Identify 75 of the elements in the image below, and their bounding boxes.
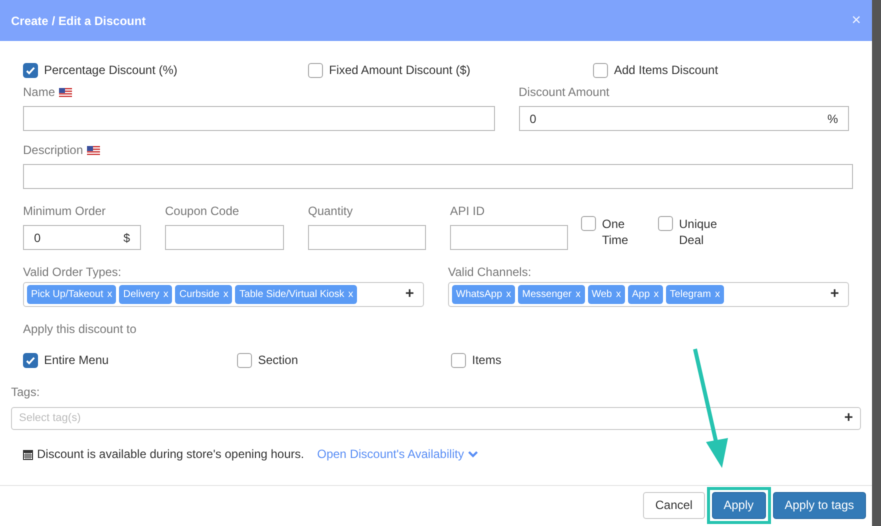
field-label: Discount Amount: [518, 84, 610, 101]
availability-text: Discount is available during store's opening hours.: [37, 446, 304, 463]
dialog-title: Create / Edit a Discount: [11, 12, 147, 30]
field-label: Minimum Order: [23, 203, 106, 220]
flag-icon: [59, 88, 72, 96]
checkbox[interactable]: [581, 216, 596, 231]
input-field[interactable]: 0 %: [518, 106, 849, 131]
remove-tag-button[interactable]: x: [223, 287, 228, 302]
checkbox[interactable]: [237, 352, 252, 368]
input-field[interactable]: [23, 164, 853, 189]
option-label: Items: [472, 352, 502, 369]
input-field[interactable]: [165, 225, 284, 250]
field-label: API ID: [450, 203, 485, 220]
input-field[interactable]: [450, 225, 568, 250]
option-label: One Time: [602, 216, 630, 248]
remove-tag-button[interactable]: x: [576, 287, 581, 302]
section-label: Apply this discount to: [23, 321, 138, 338]
flag-icon: [87, 146, 100, 154]
input-field[interactable]: 0 $: [23, 225, 141, 250]
unit-label: $: [123, 230, 130, 246]
tag-label: App: [632, 288, 650, 302]
option-label: Add Items Discount: [614, 62, 718, 79]
field-label: Quantity: [308, 203, 353, 220]
remove-tag-button[interactable]: x: [616, 287, 621, 302]
remove-tag-button[interactable]: x: [163, 287, 168, 302]
option-label: Section: [258, 352, 298, 369]
field-label: Coupon Code: [165, 203, 240, 220]
field-value: 0: [530, 112, 536, 126]
option-label: Fixed Amount Discount ($): [329, 62, 470, 79]
field-label: Valid Channels:: [448, 265, 532, 279]
input-field[interactable]: [308, 225, 426, 250]
option-label: Unique Deal: [679, 216, 718, 248]
input-field[interactable]: [23, 106, 495, 131]
field-value: 0: [34, 230, 41, 244]
tag-label: Web: [592, 288, 612, 302]
checkbox[interactable]: [658, 216, 673, 231]
tag-label: Pick Up/Takeout: [31, 288, 104, 302]
option-label: Percentage Discount (%): [44, 62, 178, 79]
dialog-button[interactable]: Apply: [712, 492, 766, 518]
add-button[interactable]: +: [405, 283, 420, 306]
tag-field[interactable]: WhatsApp x Messenger x Web x App x Telegram x +: [448, 282, 849, 307]
remove-tag-button[interactable]: x: [506, 287, 512, 302]
field-label: Valid Order Types:: [23, 265, 122, 279]
tag-label: Table Side/Virtual Kiosk: [239, 288, 344, 302]
checkbox[interactable]: [308, 62, 323, 78]
field-label: Tags:: [11, 385, 40, 399]
availability-link[interactable]: Open Discount's Availability: [317, 445, 478, 463]
tag-field[interactable]: Pick Up/Takeout x Delivery x Curbside x Table Side/Virtual Kiosk x +: [23, 282, 424, 307]
dialog-button[interactable]: Apply to tags: [772, 492, 866, 518]
tag-label: Curbside: [179, 288, 220, 302]
dialog-button[interactable]: Cancel: [643, 492, 705, 518]
tag-label: Telegram: [670, 288, 711, 302]
field-label: Description: [23, 142, 84, 159]
checkbox[interactable]: [23, 352, 38, 368]
add-button[interactable]: +: [830, 283, 845, 306]
add-button[interactable]: +: [844, 407, 853, 430]
tags-field[interactable]: Select tag(s) +: [11, 407, 861, 430]
checkmark-icon: [25, 354, 36, 366]
field-label: Name: [23, 84, 56, 101]
checkbox[interactable]: [593, 62, 608, 78]
checkbox[interactable]: [23, 62, 38, 78]
remove-tag-button[interactable]: x: [348, 287, 354, 302]
remove-tag-button[interactable]: x: [107, 287, 112, 302]
checkbox[interactable]: [451, 352, 466, 368]
tag-label: Messenger: [522, 288, 572, 302]
calendar-icon: [23, 448, 33, 460]
remove-tag-button[interactable]: x: [714, 287, 720, 302]
remove-tag-button[interactable]: x: [654, 287, 659, 302]
tag-label: WhatsApp: [456, 288, 502, 302]
option-label: Entire Menu: [44, 352, 109, 369]
unit-label: %: [827, 110, 838, 128]
chevron-down-icon: [468, 450, 478, 458]
checkmark-icon: [25, 64, 36, 76]
tag-label: Delivery: [123, 288, 160, 302]
tags-input[interactable]: Select tag(s): [19, 410, 844, 427]
